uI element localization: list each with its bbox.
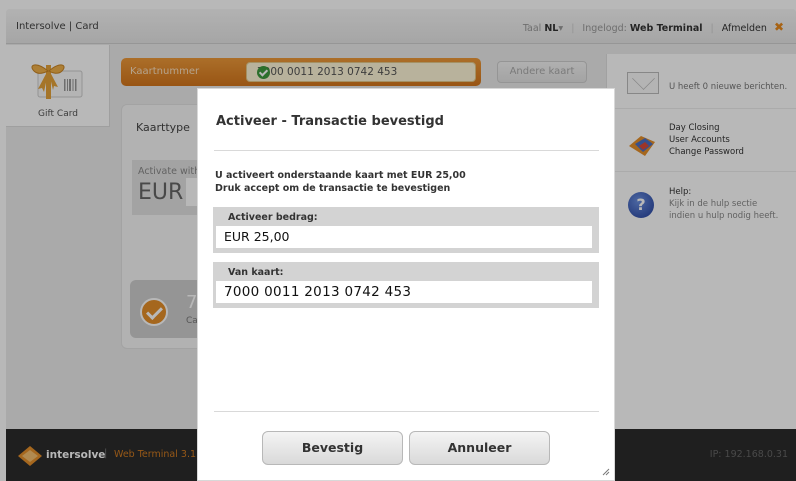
dialog-message-2: Druk accept om de transactie te bevestig… xyxy=(215,183,451,194)
confirm-button[interactable]: Bevestig xyxy=(262,431,403,465)
amount-value: EUR 25,00 xyxy=(216,226,592,248)
from-card-label: Van kaart: xyxy=(228,267,284,278)
amount-group: Activeer bedrag: EUR 25,00 xyxy=(213,207,599,253)
from-card-value: 7000 0011 2013 0742 453 xyxy=(216,281,592,303)
dialog-message-1: U activeert onderstaande kaart met EUR 2… xyxy=(215,170,466,181)
cancel-button[interactable]: Annuleer xyxy=(409,431,550,465)
divider xyxy=(214,150,599,151)
resize-grip-icon[interactable] xyxy=(600,466,610,476)
confirm-dialog: Activeer - Transactie bevestigd U active… xyxy=(197,88,615,481)
from-card-group: Van kaart: 7000 0011 2013 0742 453 xyxy=(213,262,599,308)
divider xyxy=(214,411,599,412)
amount-label: Activeer bedrag: xyxy=(228,212,318,223)
dialog-title: Activeer - Transactie bevestigd xyxy=(216,114,444,129)
